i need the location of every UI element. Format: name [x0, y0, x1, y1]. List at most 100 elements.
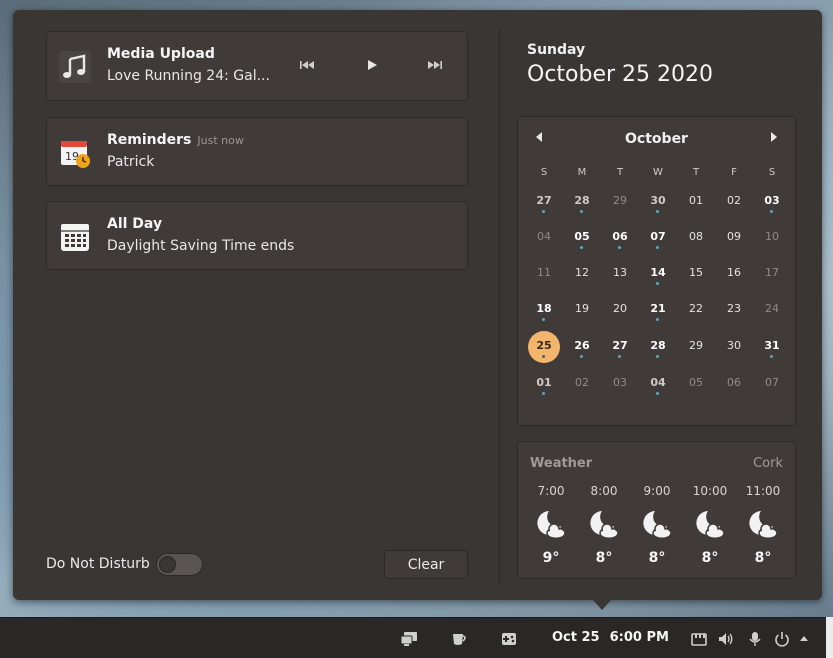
day-number: 06 [612, 230, 628, 243]
calendar-day[interactable]: 30 [642, 186, 674, 218]
day-name: Sunday [527, 42, 586, 58]
calendar-day[interactable]: 22 [680, 294, 712, 326]
skip-back-icon[interactable] [299, 58, 315, 72]
calendar-widget: October S M T W T F S 27 28 29 30 01 02 03 04 05 06 07 08… [517, 116, 796, 426]
calendar-day[interactable]: 20 [604, 294, 636, 326]
power-icon[interactable] [773, 631, 791, 647]
calendar-day[interactable]: 09 [718, 222, 750, 254]
calendar-day[interactable]: 02 [566, 368, 598, 400]
event-dot [770, 210, 773, 213]
calendar-day[interactable]: 04 [528, 222, 560, 254]
calendar-day[interactable]: 05 [566, 222, 598, 254]
moon-cloud-icon [643, 511, 672, 539]
calendar-day[interactable]: 17 [756, 258, 788, 290]
skip-forward-icon[interactable] [427, 58, 443, 72]
forecast-temp: 9° [542, 550, 560, 566]
weekday-label: T [692, 167, 700, 178]
forecast-temp: 8° [595, 550, 613, 566]
event-dot [580, 246, 583, 249]
next-month-icon[interactable] [769, 131, 779, 143]
calendar-day[interactable]: 12 [566, 258, 598, 290]
calendar-day[interactable]: 05 [680, 368, 712, 400]
day-number: 22 [689, 302, 703, 315]
reminder-notification[interactable]: 19 Reminders Just now Patrick [46, 117, 468, 186]
calendar-day-today[interactable]: 25 [528, 331, 560, 363]
calendar-day[interactable]: 27 [604, 331, 636, 363]
calendar-day[interactable]: 14 [642, 258, 674, 290]
day-number: 28 [574, 194, 590, 207]
microphone-icon[interactable] [746, 631, 764, 647]
day-number: 18 [536, 302, 552, 315]
day-number: 24 [765, 302, 779, 315]
calendar-day[interactable]: 13 [604, 258, 636, 290]
calendar-day[interactable]: 07 [756, 368, 788, 400]
calendar-day[interactable]: 21 [642, 294, 674, 326]
calendar-day[interactable]: 06 [604, 222, 636, 254]
calendar-day[interactable]: 10 [756, 222, 788, 254]
day-number: 13 [613, 266, 627, 279]
calendar-day[interactable]: 01 [680, 186, 712, 218]
forecast-hour: 10:00 [692, 484, 728, 498]
weather-widget: Weather Cork 7:00 9° 8:00 8° 9:00 8° 10:00 8° 11… [517, 441, 796, 579]
calendar-day[interactable]: 29 [680, 331, 712, 363]
calendar-day[interactable]: 08 [680, 222, 712, 254]
keyboard-icon[interactable] [690, 631, 708, 647]
calendar-day[interactable]: 07 [642, 222, 674, 254]
calendar-day[interactable]: 30 [718, 331, 750, 363]
clear-button[interactable]: Clear [384, 550, 468, 579]
calendar-day[interactable]: 06 [718, 368, 750, 400]
calendar-day[interactable]: 23 [718, 294, 750, 326]
calendar-day[interactable]: 24 [756, 294, 788, 326]
calendar-day[interactable]: 01 [528, 368, 560, 400]
forecast-temp: 8° [648, 550, 666, 566]
day-number: 21 [650, 302, 666, 315]
calendar-day[interactable]: 11 [528, 258, 560, 290]
screen-edge [826, 617, 833, 658]
event-dot [542, 355, 545, 358]
day-number: 03 [764, 194, 780, 207]
calendar-month: October [625, 131, 688, 147]
calendar-day[interactable]: 29 [604, 186, 636, 218]
calendar-day[interactable]: 02 [718, 186, 750, 218]
calendar-day[interactable]: 31 [756, 331, 788, 363]
calendar-day[interactable]: 18 [528, 294, 560, 326]
do-not-disturb-toggle[interactable] [156, 553, 203, 576]
panel-pointer [592, 599, 612, 610]
calendar-day[interactable]: 04 [642, 368, 674, 400]
event-dot [656, 210, 659, 213]
coffee-cup-icon[interactable] [450, 631, 468, 647]
displays-icon[interactable] [400, 631, 418, 647]
all-day-notification[interactable]: All Day Daylight Saving Time ends [46, 201, 468, 270]
moon-cloud-icon [749, 511, 778, 539]
arrow-up-icon[interactable] [797, 631, 811, 647]
full-date: October 25 2020 [527, 62, 714, 87]
gamepad-icon[interactable] [500, 631, 518, 647]
calendar-day[interactable]: 16 [718, 258, 750, 290]
calendar-day[interactable]: 03 [604, 368, 636, 400]
day-number: 28 [650, 339, 666, 352]
moon-cloud-icon [696, 511, 725, 539]
notification-title: All Day [107, 216, 163, 232]
day-number: 05 [574, 230, 590, 243]
event-dot [770, 355, 773, 358]
day-number: 02 [727, 194, 741, 207]
event-dot [656, 246, 659, 249]
weekday-label: W [653, 167, 663, 178]
calendar-day[interactable]: 28 [642, 331, 674, 363]
taskbar-clock[interactable]: Oct 25 6:00 PM [552, 630, 669, 645]
calendar-day[interactable]: 26 [566, 331, 598, 363]
play-icon[interactable] [365, 58, 379, 72]
calendar-day[interactable]: 15 [680, 258, 712, 290]
day-number: 01 [536, 376, 552, 389]
volume-icon[interactable] [717, 631, 735, 647]
day-number: 16 [727, 266, 741, 279]
moon-cloud-icon [590, 511, 619, 539]
calendar-day[interactable]: 28 [566, 186, 598, 218]
day-number: 05 [689, 376, 703, 389]
media-notification[interactable]: Media Upload Love Running 24: Gal... [46, 31, 468, 101]
day-number: 25 [536, 339, 552, 352]
calendar-day[interactable]: 27 [528, 186, 560, 218]
calendar-day[interactable]: 19 [566, 294, 598, 326]
calendar-day[interactable]: 03 [756, 186, 788, 218]
day-number: 09 [727, 230, 741, 243]
